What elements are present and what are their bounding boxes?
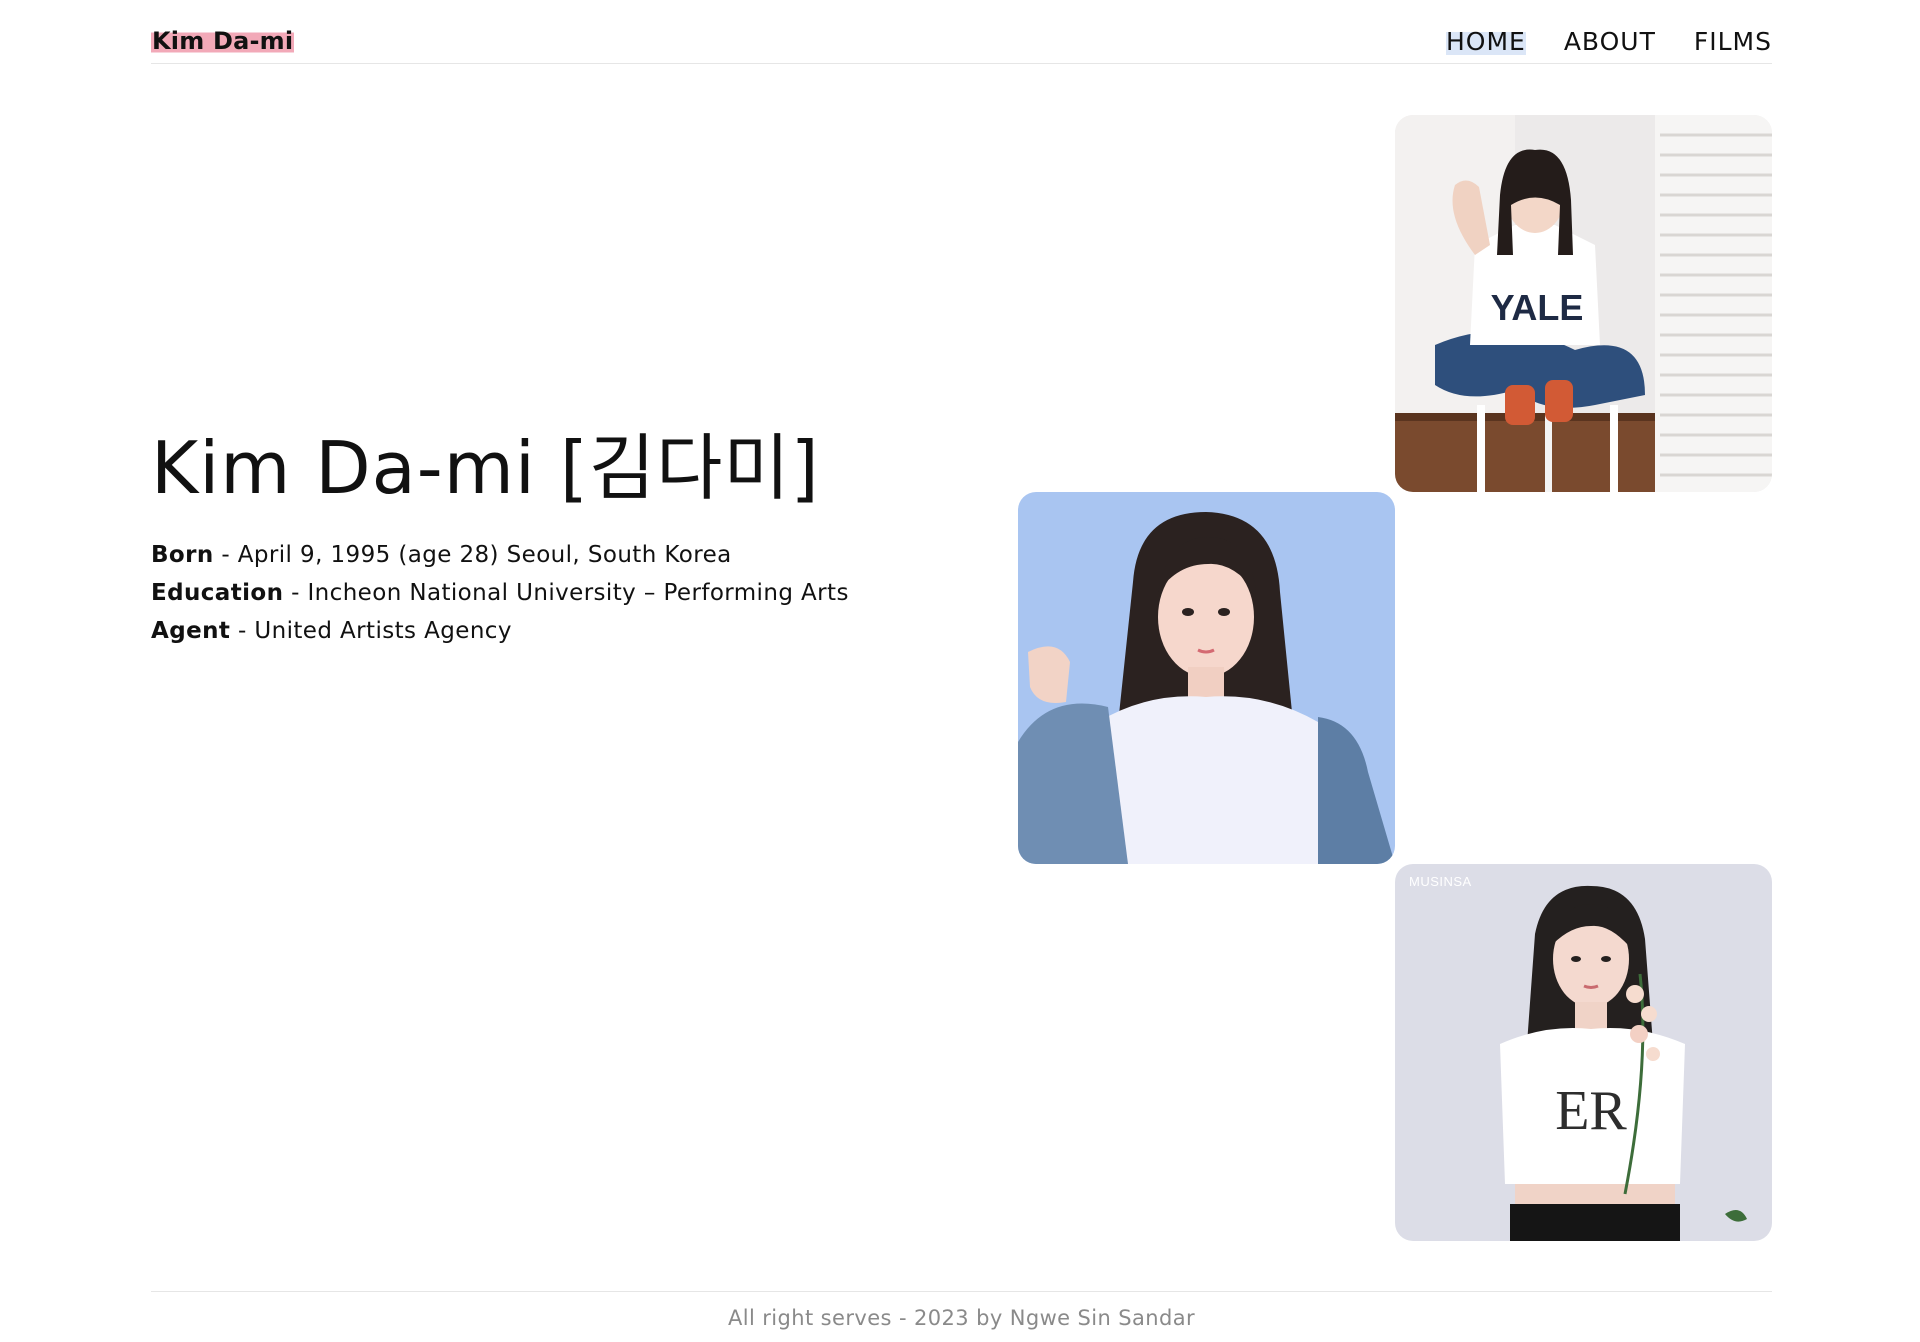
fact-agent: Agent - United Artists Agency	[151, 612, 849, 650]
site-footer: All right serves - 2023 by Ngwe Sin Sand…	[151, 1291, 1772, 1330]
site-logo[interactable]: Kim Da-mi	[151, 26, 295, 56]
fact-separator: -	[213, 542, 238, 568]
fact-label: Agent	[151, 618, 231, 644]
footer-text: All right serves - 2023 by Ngwe Sin Sand…	[727, 1306, 1196, 1330]
photo-flowers: ER MUSINSA	[1395, 864, 1772, 1241]
fact-separator: -	[230, 618, 255, 644]
fact-education: Education - Incheon National University …	[151, 574, 849, 612]
svg-text:ER: ER	[1555, 1080, 1627, 1142]
fact-label: Born	[151, 542, 214, 568]
photo-seated-chair: YALE	[1395, 115, 1772, 492]
main-nav: HOME ABOUT FILMS	[1445, 26, 1772, 58]
fact-separator: -	[283, 580, 308, 606]
site-header: Kim Da-mi HOME ABOUT FILMS	[151, 0, 1772, 64]
nav-films-link[interactable]: FILMS	[1694, 26, 1772, 58]
photo-denim-jacket	[1018, 492, 1395, 864]
page: Kim Da-mi HOME ABOUT FILMS Kim Da-mi [김다…	[0, 0, 1920, 1342]
nav-home-link[interactable]: HOME	[1445, 26, 1526, 58]
fact-born: Born - April 9, 1995 (age 28) Seoul, Sou…	[151, 536, 849, 574]
fact-value: Incheon National University – Performing…	[307, 580, 849, 606]
page-title: Kim Da-mi [김다미]	[151, 426, 820, 510]
svg-text:YALE: YALE	[1491, 287, 1584, 328]
fact-label: Education	[151, 580, 284, 606]
nav-about-link[interactable]: ABOUT	[1564, 26, 1656, 58]
profile-facts: Born - April 9, 1995 (age 28) Seoul, Sou…	[151, 536, 849, 650]
fact-value: April 9, 1995 (age 28) Seoul, South Kore…	[237, 542, 732, 568]
photo-watermark: MUSINSA	[1409, 874, 1472, 889]
fact-value: United Artists Agency	[254, 618, 512, 644]
